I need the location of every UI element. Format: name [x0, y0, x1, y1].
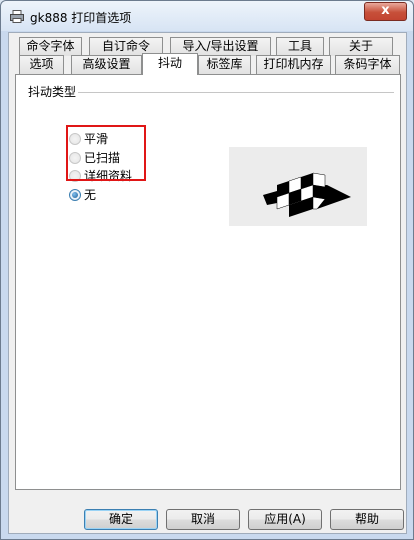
tab-command-font[interactable]: 命令字体 [19, 37, 82, 56]
help-button[interactable]: 帮助 [330, 509, 404, 530]
title-bar[interactable]: gk888 打印首选项 x [1, 1, 413, 31]
printer-icon [10, 10, 24, 23]
close-icon: x [381, 3, 390, 18]
dialog-client-area: 命令字体 自订命令 导入/导出设置 工具 关于 选项 高级设置 抖动 标签库 打… [8, 32, 407, 534]
tab-dithering[interactable]: 抖动 [142, 53, 198, 75]
tab-label-library[interactable]: 标签库 [198, 55, 251, 74]
tab-about[interactable]: 关于 [329, 37, 393, 56]
radio-none[interactable]: 无 [69, 187, 96, 203]
highlight-annotation [66, 125, 146, 181]
dithering-panel: 抖动类型 平滑 已扫描 详细资料 无 [15, 74, 401, 490]
tab-advanced-settings[interactable]: 高级设置 [71, 55, 142, 74]
cancel-button[interactable]: 取消 [166, 509, 240, 530]
tab-options[interactable]: 选项 [19, 55, 64, 74]
radio-button-icon[interactable] [69, 189, 81, 201]
dither-preview-image [229, 147, 367, 226]
dither-preview-graphic [263, 172, 351, 217]
tab-printer-memory[interactable]: 打印机内存 [256, 55, 331, 74]
dither-type-group-label: 抖动类型 [28, 83, 79, 100]
group-divider [28, 92, 394, 93]
close-button[interactable]: x [364, 2, 407, 21]
tab-tools[interactable]: 工具 [276, 37, 324, 56]
apply-button[interactable]: 应用(A) [248, 509, 322, 530]
ok-button[interactable]: 确定 [84, 509, 158, 530]
window-title: gk888 打印首选项 [30, 11, 132, 25]
radio-label: 无 [84, 188, 97, 202]
dialog-window: gk888 打印首选项 x 命令字体 自订命令 导入/导出设置 工具 关于 选项… [0, 0, 414, 540]
tab-barcode-font[interactable]: 条码字体 [335, 55, 400, 74]
